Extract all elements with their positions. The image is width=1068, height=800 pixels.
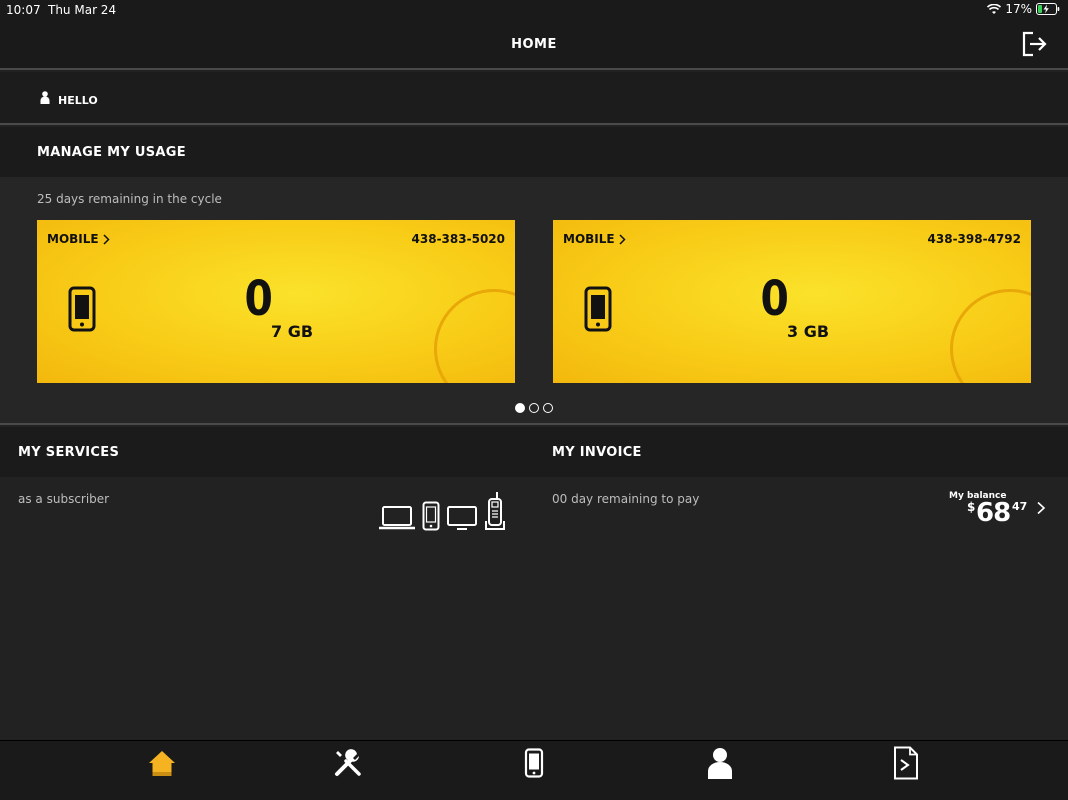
wifi-icon xyxy=(987,3,1002,14)
invoice-subtitle: 00 day remaining to pay xyxy=(552,492,700,506)
user-icon xyxy=(40,91,50,104)
card-mobile-link[interactable]: MOBILE xyxy=(47,232,110,246)
profile-icon xyxy=(708,748,732,779)
logout-icon[interactable] xyxy=(1020,30,1048,58)
balance-currency: $ xyxy=(967,500,976,514)
header-bar: HOME xyxy=(0,20,1068,70)
status-date: Thu Mar 24 xyxy=(48,3,117,17)
services-subtitle: as a subscriber xyxy=(18,492,110,506)
page-dot[interactable] xyxy=(543,403,553,413)
data-used-value: 0 xyxy=(244,271,273,327)
chevron-right-icon xyxy=(103,233,110,245)
tools-icon xyxy=(335,749,361,776)
services-invoice-area xyxy=(0,477,1068,740)
usage-section: 25 days remaining in the cycle MOBILE 43… xyxy=(0,177,1068,425)
usage-title: MANAGE MY USAGE xyxy=(37,145,186,160)
balance-amount: 68 xyxy=(976,498,1011,528)
mobile-icon xyxy=(524,748,544,778)
card-phone-number: 438-383-5020 xyxy=(411,232,505,246)
invoice-header[interactable]: MY INVOICE xyxy=(534,427,1068,477)
greeting-row: HELLO xyxy=(0,72,1068,125)
chevron-right-icon xyxy=(619,233,626,245)
page-title: HOME xyxy=(511,37,557,52)
balance-cents: 47 xyxy=(1012,500,1028,513)
service-devices[interactable] xyxy=(378,491,506,531)
smartphone-icon xyxy=(68,286,96,332)
battery-percent: 17% xyxy=(1005,2,1032,16)
tab-profile[interactable] xyxy=(690,743,750,783)
data-used-value: 0 xyxy=(760,271,789,327)
tab-mobile[interactable] xyxy=(504,743,564,783)
card-mobile-link[interactable]: MOBILE xyxy=(563,232,626,246)
smartphone-icon xyxy=(584,286,612,332)
data-total-value: 7 GB xyxy=(271,322,314,341)
page-dot[interactable] xyxy=(515,403,525,413)
smartphone-icon xyxy=(422,501,440,531)
status-right: 17% xyxy=(987,2,1060,16)
balance-link[interactable]: My balance $ 68 47 xyxy=(936,490,1046,530)
card-mobile-label: MOBILE xyxy=(47,232,99,246)
invoice-title: MY INVOICE xyxy=(552,445,642,460)
cordless-phone-icon xyxy=(485,492,505,530)
services-header[interactable]: MY SERVICES xyxy=(0,427,534,477)
tv-icon xyxy=(447,506,477,530)
status-time: 10:07 xyxy=(6,3,41,17)
tab-support[interactable] xyxy=(318,743,378,783)
card-phone-number: 438-398-4792 xyxy=(927,232,1021,246)
usage-header: MANAGE MY USAGE xyxy=(0,127,1068,177)
document-icon xyxy=(894,746,918,780)
cycle-text: 25 days remaining in the cycle xyxy=(37,192,222,206)
usage-card-1[interactable]: MOBILE 438-383-5020 0 7 GB xyxy=(37,220,515,383)
card-mobile-label: MOBILE xyxy=(563,232,615,246)
laptop-icon xyxy=(379,506,415,530)
tab-invoice[interactable] xyxy=(876,743,936,783)
page-dot[interactable] xyxy=(529,403,539,413)
home-icon xyxy=(149,751,175,776)
tab-home[interactable] xyxy=(132,743,192,783)
status-bar: 10:07 Thu Mar 24 17% xyxy=(0,0,1068,20)
chevron-right-icon xyxy=(1037,501,1046,515)
usage-card-2[interactable]: MOBILE 438-398-4792 0 3 GB xyxy=(553,220,1031,383)
tab-bar xyxy=(0,740,1068,800)
data-total-value: 3 GB xyxy=(787,322,830,341)
usage-ring-graphic xyxy=(434,289,515,383)
usage-ring-graphic xyxy=(950,289,1031,383)
carousel-page-indicator[interactable] xyxy=(515,403,553,413)
battery-charging-icon xyxy=(1036,3,1060,15)
services-title: MY SERVICES xyxy=(18,445,120,460)
greeting-text: HELLO xyxy=(58,94,98,107)
